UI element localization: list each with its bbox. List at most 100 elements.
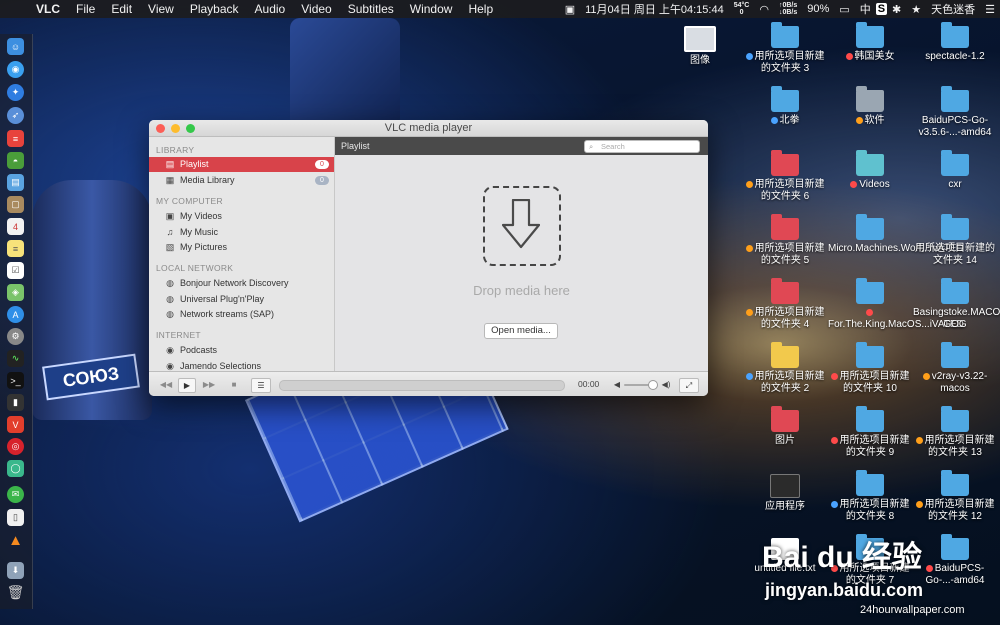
- menu-view[interactable]: View: [140, 2, 182, 16]
- safari-icon[interactable]: ✦: [7, 84, 24, 101]
- fullscreen-button[interactable]: ⤢: [679, 378, 699, 393]
- volume-high-icon[interactable]: ◀): [660, 378, 672, 391]
- bluetooth-icon[interactable]: ✱: [887, 3, 906, 16]
- menu-playback[interactable]: Playback: [182, 2, 247, 16]
- menu-window[interactable]: Window: [402, 2, 461, 16]
- desktop-icon[interactable]: BaiduPCS-Go-...-amd64: [913, 534, 997, 587]
- activity-monitor-icon[interactable]: ∿: [7, 350, 24, 367]
- desktop-icon[interactable]: 北拳: [743, 86, 827, 127]
- trash-icon[interactable]: 🗑: [7, 584, 25, 601]
- preview-icon[interactable]: ▤: [7, 174, 24, 191]
- desktop-icon[interactable]: 用所选项目新建的文件夹 4: [743, 278, 827, 331]
- desktop-icon[interactable]: 用所选项目新建的文件夹 3: [743, 22, 827, 75]
- drop-target[interactable]: [483, 186, 561, 266]
- desktop-icon[interactable]: BaiduPCS-Go-v3.5.6-...-amd64: [913, 86, 997, 139]
- desktop-icon[interactable]: 用所选项目新建的文件夹 8: [828, 470, 912, 523]
- forward-button[interactable]: ▶▶: [201, 378, 217, 391]
- android-icon[interactable]: ◓: [7, 152, 24, 169]
- menu-edit[interactable]: Edit: [103, 2, 140, 16]
- app-store-icon[interactable]: A: [7, 306, 24, 323]
- sidebar-item-jamendo[interactable]: ◉ Jamendo Selections: [149, 359, 334, 371]
- wifi-icon[interactable]: ◠: [754, 3, 774, 16]
- desktop-icon[interactable]: Micro.Machines.Worl...iVATED: [828, 214, 964, 255]
- desktop-icon[interactable]: 用所选项目新建的文件夹 5: [743, 214, 827, 267]
- desktop-icon[interactable]: 图像: [658, 26, 742, 67]
- status-icon[interactable]: ▣: [560, 3, 580, 16]
- zoom-button[interactable]: [186, 124, 195, 133]
- stop-button[interactable]: ■: [227, 378, 241, 391]
- sidebar-item-podcasts[interactable]: ◉ Podcasts: [149, 343, 334, 358]
- desktop-icon[interactable]: 用所选项目新建的文件夹 10: [828, 342, 912, 395]
- launchpad-icon[interactable]: ◉: [7, 61, 24, 78]
- menu-audio[interactable]: Audio: [247, 2, 294, 16]
- rewind-button[interactable]: ◀◀: [158, 378, 174, 391]
- desktop-icon[interactable]: 用所选项目新建的文件夹 12: [913, 470, 997, 523]
- sidebar-item-media-library[interactable]: ▦ Media Library 0: [149, 173, 334, 188]
- input-method[interactable]: 中: [855, 1, 876, 17]
- menu-video[interactable]: Video: [293, 2, 339, 16]
- search-input[interactable]: ⌕ Search: [584, 140, 700, 153]
- desktop-icon[interactable]: 用所选项目新建的文件夹 13: [913, 406, 997, 459]
- minimize-button[interactable]: [171, 124, 180, 133]
- desktop-icon[interactable]: 韩国美女: [828, 22, 912, 63]
- maps-icon[interactable]: ◈: [7, 284, 24, 301]
- desktop-icon[interactable]: 用所选项目新建的文件夹 14: [913, 214, 997, 267]
- app-green-icon[interactable]: ◯: [7, 460, 24, 477]
- desktop-icon[interactable]: 用所选项目新建的文件夹 9: [828, 406, 912, 459]
- rocket-icon[interactable]: ➶: [7, 107, 24, 124]
- notes-icon[interactable]: ≡: [7, 240, 24, 257]
- progress-bar[interactable]: [279, 380, 565, 391]
- desktop-icon[interactable]: For.The.King.MacOS...iVATED: [828, 278, 964, 331]
- open-media-button[interactable]: Open media...: [484, 323, 558, 339]
- console-icon[interactable]: ▮: [7, 394, 24, 411]
- sidebar-item-my-pictures[interactable]: ▧ My Pictures: [149, 240, 334, 255]
- s-app-icon[interactable]: S: [875, 3, 888, 15]
- desktop-icon[interactable]: 应用程序: [743, 474, 827, 513]
- temperature-widget[interactable]: 54°C 0: [729, 2, 755, 16]
- vlc-cone-icon[interactable]: ▲: [7, 532, 24, 549]
- close-button[interactable]: [156, 124, 165, 133]
- menu-help[interactable]: Help: [460, 2, 501, 16]
- menu-app-vlc[interactable]: VLC: [32, 2, 68, 16]
- desktop-icon[interactable]: 用所选项目新建的文件夹 6: [743, 150, 827, 203]
- menu-file[interactable]: File: [68, 2, 103, 16]
- play-button[interactable]: ▶: [178, 378, 196, 393]
- desktop-icon[interactable]: Videos: [828, 150, 912, 191]
- downloads-stack-icon[interactable]: ⬇: [7, 562, 24, 579]
- desktop-icon[interactable]: cxr: [913, 150, 997, 191]
- volume-knob[interactable]: [648, 380, 658, 390]
- desktop-icon[interactable]: 软件: [828, 86, 912, 127]
- system-preferences-icon[interactable]: ⚙: [7, 328, 24, 345]
- wechat-icon[interactable]: ✉: [7, 486, 24, 503]
- reminders-icon[interactable]: ☑: [7, 262, 24, 279]
- menu-subtitles[interactable]: Subtitles: [340, 2, 402, 16]
- vivaldi-icon[interactable]: V: [7, 416, 24, 433]
- volume-low-icon[interactable]: ◀: [613, 378, 621, 391]
- star-icon[interactable]: ★: [906, 3, 926, 16]
- vlc-titlebar[interactable]: VLC media player: [149, 120, 708, 137]
- battery-percent[interactable]: 90%: [802, 3, 834, 15]
- sidebar-item-my-music[interactable]: ♫ My Music: [149, 225, 334, 240]
- desktop-icon[interactable]: 用所选项目新建的文件夹 2: [743, 342, 827, 395]
- finder-icon[interactable]: ☺: [7, 38, 24, 55]
- contacts-icon[interactable]: ▢: [7, 196, 24, 213]
- terminal-icon[interactable]: >_: [7, 372, 24, 389]
- battery-icon[interactable]: ▭: [834, 3, 854, 16]
- desktop-icon[interactable]: 图片: [743, 406, 827, 447]
- sidebar-item-my-videos[interactable]: ▣ My Videos: [149, 209, 334, 224]
- playlist-drop-area[interactable]: Drop media here Open media...: [335, 155, 708, 371]
- sidebar-item-playlist[interactable]: ▤ Playlist 0: [149, 157, 334, 172]
- network-speed-widget[interactable]: ↑0B/s ↓0B/s: [774, 2, 802, 16]
- desktop-icon[interactable]: Basingstoke.MACOSX-GOG: [913, 278, 1000, 331]
- sidebar-item-sap[interactable]: ◍ Network streams (SAP): [149, 307, 334, 322]
- desktop-icon[interactable]: v2ray-v3.22-macos: [913, 342, 997, 395]
- user-name[interactable]: 天色迷香: [926, 1, 980, 17]
- app-red-icon[interactable]: ≡: [7, 130, 24, 147]
- notification-center-icon[interactable]: ☰: [980, 3, 1000, 16]
- datetime-clock[interactable]: 11月04日 周日 上午04:15:44: [580, 1, 729, 17]
- desktop-icon[interactable]: spectacle-1.2: [913, 22, 997, 63]
- calendar-icon[interactable]: 4: [7, 218, 24, 235]
- sidebar-item-upnp[interactable]: ◍ Universal Plug'n'Play: [149, 292, 334, 307]
- playlist-toggle-button[interactable]: ☰: [251, 378, 271, 393]
- sidebar-item-bonjour[interactable]: ◍ Bonjour Network Discovery: [149, 276, 334, 291]
